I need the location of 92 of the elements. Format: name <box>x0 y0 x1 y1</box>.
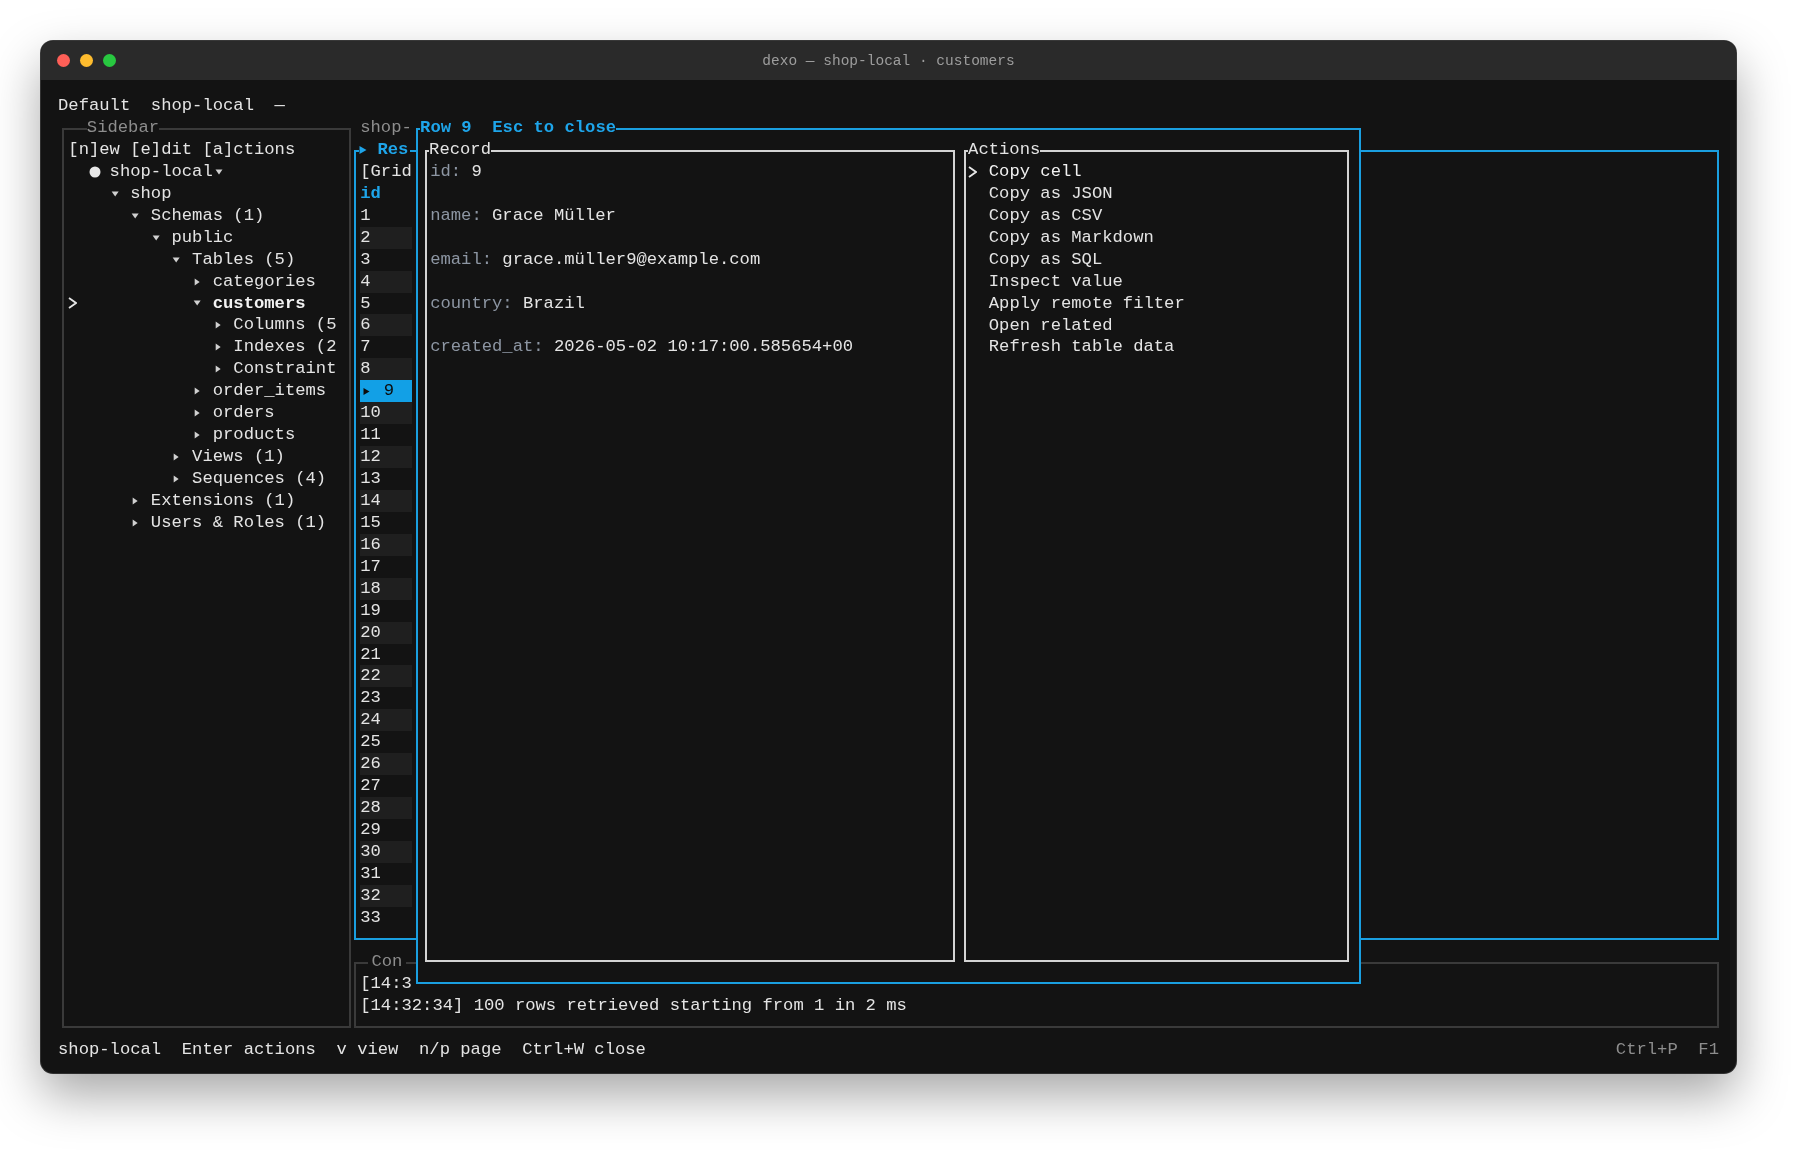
close-button[interactable] <box>57 54 70 67</box>
table-cell[interactable]: 9 <box>360 380 412 403</box>
cursor-icon <box>968 165 978 178</box>
tree-item[interactable]: Extensions (1) <box>150 489 296 512</box>
field-label: name: <box>430 205 482 225</box>
tree-item[interactable]: Columns (5 <box>233 314 337 337</box>
table-cell[interactable]: 1 <box>360 204 412 227</box>
window-title: dexo — shop-local · customers <box>762 52 1015 69</box>
table-cell[interactable]: 32 <box>360 884 412 907</box>
table-cell[interactable]: 15 <box>360 511 412 534</box>
shortcut-hint: Ctrl+P <box>1615 1038 1678 1061</box>
header-tab[interactable]: shop-local <box>150 95 254 117</box>
toolbar-hint: [n]ew [e]dit [a]ctions <box>68 138 297 161</box>
table-cell[interactable]: 10 <box>360 402 412 425</box>
triangle-icon <box>363 386 371 396</box>
table-cell[interactable]: 2 <box>360 226 412 249</box>
shortcut-hint: n/p page <box>419 1038 502 1061</box>
tree-item[interactable]: Indexes (2 <box>233 336 337 359</box>
table-cell[interactable]: 22 <box>360 665 412 688</box>
tree-item[interactable]: orders <box>212 402 275 425</box>
tree-item[interactable]: customers <box>212 292 306 315</box>
tree-item[interactable]: Views (1) <box>192 446 285 468</box>
table-cell[interactable]: 31 <box>360 862 412 885</box>
table-cell[interactable]: 24 <box>360 709 412 732</box>
tree-item[interactable]: products <box>212 424 296 447</box>
header-tab[interactable]: — <box>274 95 285 117</box>
table-cell[interactable]: 11 <box>360 424 412 447</box>
table-cell[interactable]: 16 <box>360 533 412 556</box>
shortcut-hint: v view <box>336 1038 399 1061</box>
table-cell[interactable]: 4 <box>360 270 412 293</box>
tree-item[interactable]: Sequences (4) <box>192 468 327 490</box>
table-cell[interactable]: 3 <box>360 248 412 271</box>
table-cell[interactable]: 33 <box>360 906 412 929</box>
table-cell[interactable]: 27 <box>360 775 412 798</box>
table-cell[interactable]: 17 <box>360 555 412 578</box>
table-cell[interactable]: 30 <box>360 840 412 863</box>
table-cell[interactable]: 8 <box>360 358 412 381</box>
shortcut-hint: Ctrl+W close <box>522 1038 646 1061</box>
table-cell[interactable]: 21 <box>360 643 412 666</box>
menu-item[interactable]: Refresh table data <box>988 336 1175 359</box>
table-cell[interactable]: 20 <box>360 621 412 644</box>
menu-item[interactable]: Copy as Markdown <box>988 226 1154 249</box>
menu-item[interactable]: Copy as JSON <box>988 182 1113 205</box>
field-label: email: <box>430 249 493 269</box>
menu-item[interactable]: Open related <box>988 314 1113 337</box>
tree-item[interactable]: Users & Roles (1) <box>150 511 327 534</box>
log-line: [14:32:34] 100 rows retrieved starting from 1 in 2 ms <box>360 995 908 1017</box>
tree-item[interactable]: Constraint <box>233 358 337 381</box>
field-value: Grace Müller <box>492 205 616 225</box>
shortcut-hint: shop-local <box>58 1038 162 1061</box>
menu-item[interactable]: Copy as SQL <box>988 248 1103 271</box>
tree-item[interactable]: public <box>171 226 234 249</box>
field-label: country: <box>430 293 513 313</box>
field-value: grace.müller9@example.com <box>502 249 761 269</box>
field-label: id: <box>430 161 462 181</box>
minimize-button[interactable] <box>80 54 93 67</box>
table-cell[interactable]: 13 <box>360 468 412 490</box>
table-cell[interactable]: 7 <box>360 336 412 359</box>
shortcut-hint: F1 <box>1698 1038 1719 1061</box>
panel-title: Res <box>377 138 409 161</box>
tree-item[interactable]: categories <box>212 270 316 293</box>
menu-item[interactable]: Inspect value <box>988 270 1123 293</box>
menu-item[interactable]: Copy cell <box>988 160 1082 183</box>
table-cell[interactable]: 19 <box>360 599 412 622</box>
zoom-button[interactable] <box>103 54 116 67</box>
table-cell[interactable]: 29 <box>360 819 412 841</box>
tree-item[interactable]: Schemas (1) <box>150 204 265 227</box>
column-header: id <box>360 182 381 205</box>
tree-item[interactable]: shop <box>130 182 172 205</box>
table-cell[interactable]: 26 <box>360 753 412 776</box>
header-tab[interactable]: Default <box>58 95 131 117</box>
field-value: 9 <box>471 161 482 181</box>
table-cell[interactable]: 25 <box>360 731 412 754</box>
tree-item[interactable]: shop-local <box>109 160 213 183</box>
table-cell[interactable]: 6 <box>360 314 412 337</box>
table-cell[interactable]: 23 <box>360 687 412 710</box>
table-cell[interactable]: 18 <box>360 577 412 600</box>
field-label: created_at: <box>430 337 544 357</box>
table-cell[interactable]: 12 <box>360 446 412 468</box>
menu-item[interactable]: Apply remote filter <box>988 292 1185 315</box>
cursor-icon <box>68 297 78 310</box>
table-cell[interactable]: 28 <box>360 797 412 819</box>
field-value: 2026-05-02 10:17:00.585654+00 <box>553 337 854 357</box>
field-value: Brazil <box>523 293 585 313</box>
view-mode-label: [Grid <box>360 160 412 183</box>
log-line: [14:3 <box>360 973 413 995</box>
tree-item[interactable]: Tables (5) <box>192 248 296 271</box>
menu-item[interactable]: Copy as CSV <box>988 204 1103 227</box>
table-cell[interactable]: 14 <box>360 489 412 512</box>
shortcut-hint: Enter actions <box>181 1038 316 1061</box>
tree-item[interactable]: order_items <box>212 380 327 403</box>
table-cell[interactable]: 5 <box>360 292 412 315</box>
